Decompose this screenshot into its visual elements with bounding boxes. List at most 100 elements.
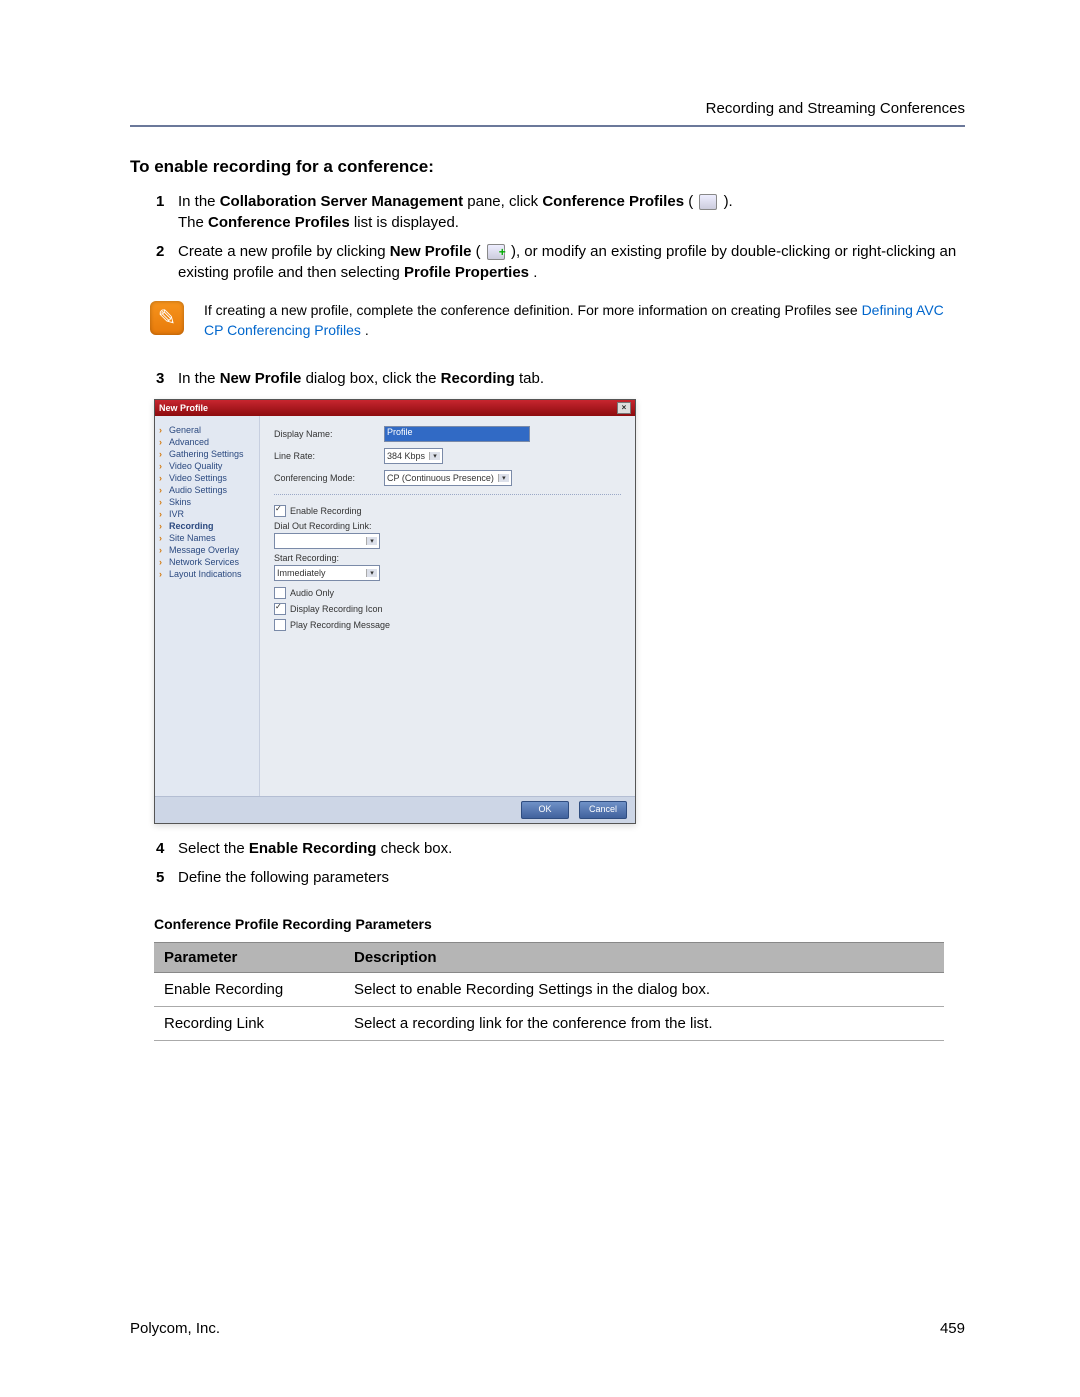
- step-2-num: 2: [156, 241, 164, 262]
- th-description: Description: [344, 943, 944, 973]
- step-1: 1 In the Collaboration Server Management…: [156, 191, 965, 233]
- dialog-titlebar: New Profile ×: [155, 400, 635, 416]
- dialog-content: Display Name: Profile Line Rate: 384 Kbp…: [260, 416, 635, 796]
- step-5: 5 Define the following parameters: [156, 867, 965, 888]
- cancel-button[interactable]: Cancel: [579, 801, 627, 819]
- play-msg-label: Play Recording Message: [290, 620, 390, 630]
- header-rule: [130, 125, 965, 127]
- close-icon[interactable]: ×: [617, 402, 631, 414]
- step-3-bold-b: Recording: [441, 370, 515, 387]
- step-1-text-b: pane, click: [467, 193, 542, 210]
- nav-item-audio-settings[interactable]: Audio Settings: [159, 484, 255, 496]
- separator: [274, 494, 621, 495]
- start-recording-select[interactable]: Immediately ▾: [274, 565, 380, 581]
- new-profile-dialog: New Profile × GeneralAdvancedGathering S…: [154, 399, 636, 824]
- step-1-line2-bold: Conference Profiles: [208, 214, 350, 231]
- step-2-text-d: .: [533, 264, 537, 281]
- table-title: Conference Profile Recording Parameters: [154, 916, 965, 932]
- line-rate-label: Line Rate:: [274, 451, 384, 461]
- display-icon-label: Display Recording Icon: [290, 604, 383, 614]
- dialog-title: New Profile: [159, 403, 208, 413]
- step-1-text-c: (: [688, 193, 693, 210]
- nav-item-network-services[interactable]: Network Services: [159, 556, 255, 568]
- step-1-bold-a: Collaboration Server Management: [220, 193, 463, 210]
- conf-mode-select[interactable]: CP (Continuous Presence) ▾: [384, 470, 512, 486]
- chevron-down-icon: ▾: [366, 537, 377, 545]
- step-3-num: 3: [156, 368, 164, 389]
- display-name-input[interactable]: Profile: [384, 426, 530, 442]
- step-4-num: 4: [156, 838, 164, 859]
- conf-mode-label: Conferencing Mode:: [274, 473, 384, 483]
- note-block: ✎ If creating a new profile, complete th…: [150, 301, 965, 340]
- table-row: Recording LinkSelect a recording link fo…: [154, 1007, 944, 1041]
- chevron-down-icon: ▾: [366, 569, 377, 577]
- nav-item-video-settings[interactable]: Video Settings: [159, 472, 255, 484]
- step-5-num: 5: [156, 867, 164, 888]
- nav-item-video-quality[interactable]: Video Quality: [159, 460, 255, 472]
- step-3-text-b: dialog box, click the: [306, 370, 441, 387]
- display-icon-checkbox[interactable]: [274, 603, 286, 615]
- step-1-line2-a: The: [178, 214, 208, 231]
- cell-desc: Select to enable Recording Settings in t…: [344, 973, 944, 1007]
- step-1-bold-b: Conference Profiles: [542, 193, 684, 210]
- step-2-bold-a: New Profile: [390, 243, 472, 260]
- start-recording-value: Immediately: [277, 568, 326, 578]
- footer-page: 459: [940, 1320, 965, 1337]
- audio-only-checkbox[interactable]: [274, 587, 286, 599]
- display-name-label: Display Name:: [274, 429, 384, 439]
- params-table: Parameter Description Enable RecordingSe…: [154, 942, 944, 1041]
- cell-desc: Select a recording link for the conferen…: [344, 1007, 944, 1041]
- step-4-bold-a: Enable Recording: [249, 840, 377, 857]
- step-1-text-d: ).: [724, 193, 733, 210]
- start-recording-label: Start Recording:: [274, 553, 621, 563]
- step-3: 3 In the New Profile dialog box, click t…: [156, 368, 965, 389]
- note-text-b: .: [365, 322, 369, 338]
- nav-item-skins[interactable]: Skins: [159, 496, 255, 508]
- chevron-down-icon: ▾: [429, 452, 440, 460]
- step-4: 4 Select the Enable Recording check box.: [156, 838, 965, 859]
- nav-item-ivr[interactable]: IVR: [159, 508, 255, 520]
- note-text-a: If creating a new profile, complete the …: [204, 302, 862, 318]
- profiles-icon: [699, 194, 717, 210]
- cell-param: Recording Link: [154, 1007, 344, 1041]
- conf-mode-value: CP (Continuous Presence): [387, 473, 494, 483]
- nav-item-message-overlay[interactable]: Message Overlay: [159, 544, 255, 556]
- footer-company: Polycom, Inc.: [130, 1320, 220, 1337]
- step-2-text-b: (: [476, 243, 481, 260]
- ok-button[interactable]: OK: [521, 801, 569, 819]
- nav-item-recording[interactable]: Recording: [159, 520, 255, 532]
- nav-item-general[interactable]: General: [159, 424, 255, 436]
- header-section: Recording and Streaming Conferences: [130, 100, 965, 117]
- line-rate-select[interactable]: 384 Kbps ▾: [384, 448, 443, 464]
- th-parameter: Parameter: [154, 943, 344, 973]
- step-1-line2-b: list is displayed.: [354, 214, 459, 231]
- nav-item-gathering-settings[interactable]: Gathering Settings: [159, 448, 255, 460]
- dialout-label: Dial Out Recording Link:: [274, 521, 621, 531]
- new-profile-icon: [487, 244, 505, 260]
- step-1-num: 1: [156, 191, 164, 212]
- step-2: 2 Create a new profile by clicking New P…: [156, 241, 965, 283]
- enable-recording-checkbox[interactable]: [274, 505, 286, 517]
- audio-only-label: Audio Only: [290, 588, 334, 598]
- step-2-text-a: Create a new profile by clicking: [178, 243, 390, 260]
- enable-recording-label: Enable Recording: [290, 506, 362, 516]
- step-5-text-a: Define the following parameters: [178, 869, 389, 886]
- nav-item-site-names[interactable]: Site Names: [159, 532, 255, 544]
- step-3-text-c: tab.: [519, 370, 544, 387]
- section-title: To enable recording for a conference:: [130, 157, 965, 177]
- nav-item-advanced[interactable]: Advanced: [159, 436, 255, 448]
- play-msg-checkbox[interactable]: [274, 619, 286, 631]
- dialog-nav: GeneralAdvancedGathering SettingsVideo Q…: [155, 416, 260, 796]
- step-2-bold-b: Profile Properties: [404, 264, 529, 281]
- step-4-text-b: check box.: [381, 840, 453, 857]
- chevron-down-icon: ▾: [498, 474, 509, 482]
- step-3-bold-a: New Profile: [220, 370, 302, 387]
- line-rate-value: 384 Kbps: [387, 451, 425, 461]
- dialout-select[interactable]: ▾: [274, 533, 380, 549]
- note-icon: ✎: [150, 301, 184, 335]
- step-4-text-a: Select the: [178, 840, 249, 857]
- cell-param: Enable Recording: [154, 973, 344, 1007]
- step-1-text-a: In the: [178, 193, 220, 210]
- step-3-text-a: In the: [178, 370, 220, 387]
- nav-item-layout-indications[interactable]: Layout Indications: [159, 568, 255, 580]
